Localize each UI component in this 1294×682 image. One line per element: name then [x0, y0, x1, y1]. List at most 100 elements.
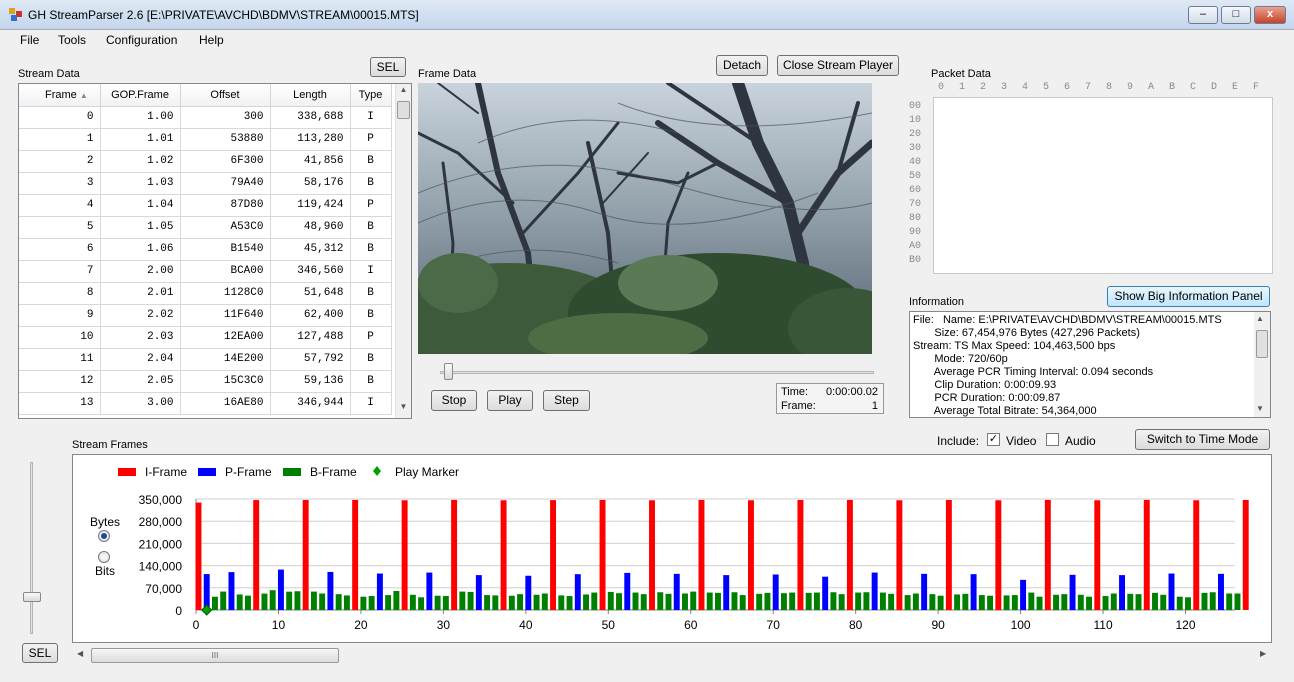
maximize-button[interactable]: □: [1221, 6, 1251, 24]
table-cell: B: [350, 150, 392, 173]
info-scroll-thumb[interactable]: [1256, 330, 1268, 358]
zoom-slider-track[interactable]: [30, 462, 33, 634]
step-button[interactable]: Step: [543, 390, 590, 411]
table-row[interactable]: 0 1.00 300 338,688 I: [19, 106, 392, 129]
x-tick-label: 10: [272, 618, 286, 632]
info-line: Clip Duration: 0:00:09.93: [913, 379, 1057, 391]
packet-data-title: Packet Data: [931, 68, 991, 80]
title-bar[interactable]: GH StreamParser 2.6 [E:\PRIVATE\AVCHD\BD…: [0, 0, 1294, 30]
grid-scroll-thumb[interactable]: [397, 101, 410, 119]
y-tick-label: 140,000: [139, 560, 183, 574]
table-cell: 59,136: [270, 370, 351, 393]
packet-data-view[interactable]: [933, 97, 1273, 274]
info-scroll-down-icon[interactable]: ▼: [1256, 404, 1264, 413]
video-checkbox[interactable]: ✓: [987, 433, 1000, 446]
stream-frames-sel-button[interactable]: SEL: [22, 643, 58, 663]
switch-to-time-mode-button[interactable]: Switch to Time Mode: [1135, 429, 1270, 450]
bar-b-frame: [1102, 596, 1109, 610]
x-tick-label: 0: [193, 618, 200, 632]
info-scrollbar[interactable]: ▲ ▼: [1254, 312, 1270, 417]
table-row[interactable]: 6 1.06 B1540 45,312 B: [19, 238, 392, 261]
chart-scroll-thumb[interactable]: III: [91, 648, 339, 663]
table-row[interactable]: 8 2.01 1128C0 51,648 B: [19, 282, 392, 305]
bar-b-frame: [657, 592, 664, 610]
col-header-gop[interactable]: GOP.Frame: [100, 84, 181, 107]
table-cell: 12: [19, 370, 101, 393]
chart-h-scrollbar[interactable]: ◀ III ▶: [72, 646, 1272, 664]
bar-b-frame: [269, 590, 276, 610]
seek-track[interactable]: [440, 371, 874, 374]
scroll-right-icon[interactable]: ▶: [1260, 649, 1266, 658]
menu-file[interactable]: File: [20, 33, 39, 47]
stream-data-sel-button[interactable]: SEL: [370, 57, 406, 77]
menu-configuration[interactable]: Configuration: [106, 33, 177, 47]
bar-b-frame: [1028, 592, 1035, 610]
scroll-down-icon[interactable]: ▼: [397, 402, 410, 416]
bar-b-frame: [780, 593, 787, 610]
minimize-button[interactable]: –: [1188, 6, 1218, 24]
bar-b-frame: [261, 593, 268, 610]
packet-col-header: A: [1148, 82, 1155, 93]
grid-scrollbar[interactable]: ▲ ▼: [395, 84, 411, 418]
seek-thumb[interactable]: [444, 363, 454, 380]
menu-help[interactable]: Help: [199, 33, 224, 47]
table-cell: 2.05: [100, 370, 181, 393]
table-row[interactable]: 4 1.04 87D80 119,424 P: [19, 194, 392, 217]
bar-b-frame: [640, 594, 647, 610]
table-row[interactable]: 11 2.04 14E200 57,792 B: [19, 348, 392, 371]
table-cell: 7: [19, 260, 101, 283]
bar-b-frame: [220, 591, 227, 610]
table-row[interactable]: 9 2.02 11F640 62,400 B: [19, 304, 392, 327]
zoom-slider-thumb[interactable]: [23, 592, 41, 602]
packet-row-header: 10: [909, 115, 922, 126]
table-row[interactable]: 1 1.01 53880 113,280 P: [19, 128, 392, 151]
bar-b-frame: [838, 594, 845, 610]
table-cell: 338,688: [270, 106, 351, 129]
table-cell: 1.02: [100, 150, 181, 173]
bar-b-frame: [1086, 596, 1093, 610]
information-text[interactable]: File: Name: E:\PRIVATE\AVCHD\BDMV\STREAM…: [909, 311, 1271, 418]
detach-button[interactable]: Detach: [716, 55, 768, 76]
table-row[interactable]: 12 2.05 15C3C0 59,136 B: [19, 370, 392, 393]
scroll-up-icon[interactable]: ▲: [397, 85, 410, 99]
table-cell: 346,560: [270, 260, 351, 283]
table-row[interactable]: 5 1.05 A53C0 48,960 B: [19, 216, 392, 239]
audio-checkbox[interactable]: [1046, 433, 1059, 446]
stop-button[interactable]: Stop: [431, 390, 477, 411]
close-stream-player-button[interactable]: Close Stream Player: [777, 55, 899, 76]
table-cell: B: [350, 282, 392, 305]
menu-tools[interactable]: Tools: [58, 33, 86, 47]
info-scroll-up-icon[interactable]: ▲: [1256, 314, 1264, 323]
table-row[interactable]: 13 3.00 16AE80 346,944 I: [19, 392, 392, 415]
table-cell: 6: [19, 238, 101, 261]
col-header-offset[interactable]: Offset: [180, 84, 271, 107]
table-cell: P: [350, 326, 392, 349]
bar-b-frame: [409, 594, 416, 610]
play-button[interactable]: Play: [487, 390, 533, 411]
col-header-frame[interactable]: Frame ▲: [19, 84, 101, 107]
table-row[interactable]: 2 1.02 6F300 41,856 B: [19, 150, 392, 173]
stream-data-grid[interactable]: Frame ▲ GOP.Frame Offset Length Type 0 1.…: [18, 83, 412, 419]
table-row[interactable]: 7 2.00 BCA00 346,560 I: [19, 260, 392, 283]
bar-b-frame: [1234, 593, 1241, 610]
scroll-left-icon[interactable]: ◀: [77, 649, 83, 658]
play-marker-icon: [373, 466, 381, 476]
bar-p-frame: [970, 574, 977, 610]
show-big-information-panel-button[interactable]: Show Big Information Panel: [1107, 286, 1270, 307]
col-header-length[interactable]: Length: [270, 84, 351, 107]
table-cell: 0: [19, 106, 101, 129]
bar-b-frame: [1127, 593, 1134, 610]
bar-b-frame: [888, 593, 895, 610]
table-row[interactable]: 10 2.03 12EA00 127,488 P: [19, 326, 392, 349]
table-cell: 3: [19, 172, 101, 195]
bar-p-frame: [277, 569, 284, 610]
app-icon: [9, 8, 23, 22]
bar-i-frame: [747, 500, 754, 610]
bar-p-frame: [921, 573, 928, 610]
col-header-type[interactable]: Type: [350, 84, 392, 107]
bar-b-frame: [1226, 593, 1233, 610]
table-cell: 57,792: [270, 348, 351, 371]
table-row[interactable]: 3 1.03 79A40 58,176 B: [19, 172, 392, 195]
stream-frames-chart[interactable]: Bytes Bits I-Frame P-Frame B-Frame Play Mar…: [72, 454, 1272, 643]
close-button[interactable]: x: [1254, 6, 1286, 24]
